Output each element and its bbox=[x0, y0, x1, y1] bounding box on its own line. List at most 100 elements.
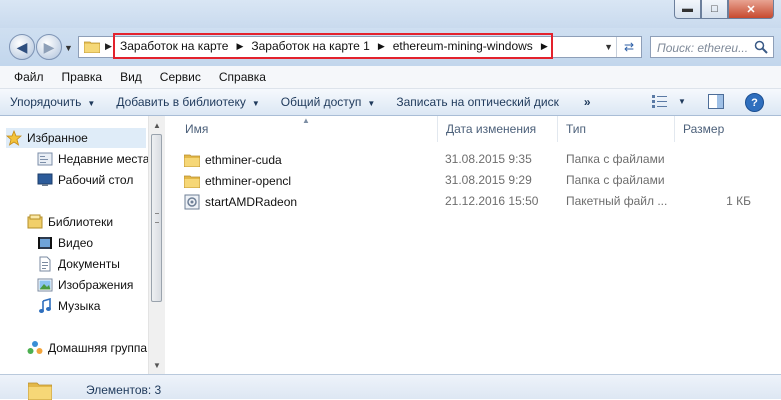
nav-video-label: Видео bbox=[58, 236, 94, 250]
scrollbar-thumb[interactable] bbox=[151, 134, 162, 302]
folder-icon bbox=[184, 173, 200, 189]
breadcrumb-item[interactable]: ethereum-mining-windows bbox=[393, 39, 533, 53]
nav-pictures-label: Изображения bbox=[58, 278, 134, 292]
folder-icon bbox=[28, 382, 52, 400]
refresh-icon: ⇄ bbox=[623, 40, 635, 54]
file-name-cell: ethminer-opencl bbox=[184, 173, 291, 189]
share-button[interactable]: Общий доступ ▼ bbox=[281, 95, 376, 109]
navigation-pane: Избранное Недавние места Рабочий стол Би… bbox=[0, 116, 148, 374]
navigation-bar: ◀ ▶ ▼ ▶ Заработок на карте ▶ Заработок н… bbox=[0, 28, 781, 66]
share-label: Общий доступ bbox=[280, 95, 362, 109]
nav-pane-scrollbar[interactable]: ▲ ▼ bbox=[148, 116, 165, 374]
pictures-icon bbox=[37, 277, 53, 293]
menu-tools[interactable]: Сервис bbox=[151, 70, 210, 84]
search-box[interactable]: Поиск: ethereu... bbox=[650, 36, 774, 58]
menu-edit[interactable]: Правка bbox=[53, 70, 112, 84]
scroll-down-icon[interactable]: ▼ bbox=[149, 357, 165, 373]
nav-desktop-label: Рабочий стол bbox=[58, 173, 134, 187]
nav-recent-places[interactable]: Недавние места bbox=[37, 149, 148, 169]
recent-pages-dropdown[interactable]: ▼ bbox=[64, 43, 73, 53]
maximize-icon: □ bbox=[711, 3, 718, 15]
file-type: Пакетный файл ... bbox=[566, 194, 668, 208]
table-row[interactable]: ethminer-cuda 31.08.2015 9:35 Папка с фа… bbox=[166, 149, 781, 170]
add-to-library-button[interactable]: Добавить в библиотеку ▼ bbox=[116, 95, 259, 109]
nav-video[interactable]: Видео bbox=[37, 233, 93, 253]
address-history-dropdown[interactable]: ▼ bbox=[604, 42, 613, 52]
forward-button[interactable]: ▶ bbox=[36, 34, 62, 60]
arrow-left-icon: ◀ bbox=[16, 38, 28, 55]
file-name-cell: startAMDRadeon bbox=[184, 194, 297, 210]
file-type: Папка с файлами bbox=[566, 152, 665, 166]
music-icon bbox=[37, 298, 53, 314]
help-icon: ? bbox=[751, 96, 758, 109]
documents-icon bbox=[37, 256, 53, 272]
search-placeholder: Поиск: ethereu... bbox=[657, 41, 749, 55]
nav-homegroup-label: Домашняя группа bbox=[48, 341, 148, 355]
file-name: ethminer-opencl bbox=[205, 174, 292, 188]
add-to-library-label: Добавить в библиотеку bbox=[116, 95, 246, 109]
chevron-right-icon[interactable]: ▶ bbox=[541, 41, 548, 52]
preview-pane-button[interactable] bbox=[708, 94, 724, 112]
command-bar: Упорядочить ▼ Добавить в библиотеку ▼ Общи… bbox=[0, 89, 781, 116]
breadcrumb-item[interactable]: Заработок на карте bbox=[120, 39, 228, 53]
nav-music-label: Музыка bbox=[58, 299, 101, 313]
search-icon bbox=[754, 40, 768, 54]
column-header-type[interactable]: Тип bbox=[558, 116, 675, 142]
help-button[interactable]: ? bbox=[745, 93, 764, 112]
chevron-right-icon[interactable]: ▶ bbox=[236, 41, 243, 52]
column-header-size[interactable]: Размер bbox=[675, 116, 765, 142]
change-view-button[interactable]: ▼ bbox=[652, 94, 686, 108]
folder-icon bbox=[184, 152, 200, 168]
address-bar[interactable]: ▶ Заработок на карте ▶ Заработок на карт… bbox=[78, 33, 642, 59]
file-type: Папка с файлами bbox=[566, 173, 665, 187]
grip-icon bbox=[155, 213, 159, 223]
nav-homegroup[interactable]: Домашняя группа bbox=[27, 338, 147, 358]
file-name: ethminer-cuda bbox=[205, 153, 282, 167]
nav-documents[interactable]: Документы bbox=[37, 254, 120, 274]
breadcrumb-item[interactable]: Заработок на карте 1 bbox=[251, 39, 369, 53]
video-icon bbox=[37, 235, 53, 251]
burn-button[interactable]: Записать на оптический диск bbox=[396, 95, 559, 109]
file-name-cell: ethminer-cuda bbox=[184, 152, 282, 168]
column-date-label: Дата изменения bbox=[446, 122, 537, 136]
nav-libraries-label: Библиотеки bbox=[48, 215, 114, 229]
more-commands-button[interactable]: » bbox=[584, 95, 591, 109]
file-name: startAMDRadeon bbox=[205, 195, 298, 209]
chevron-down-icon: ▼ bbox=[87, 99, 96, 108]
column-header-name[interactable]: Имя bbox=[166, 116, 438, 142]
view-details-icon bbox=[652, 95, 667, 108]
column-name-label: Имя bbox=[185, 122, 209, 136]
file-list: ▲ Имя Дата изменения Тип Размер ethminer… bbox=[166, 116, 781, 374]
maximize-button[interactable]: □ bbox=[701, 0, 728, 19]
arrow-right-icon: ▶ bbox=[43, 38, 55, 55]
organize-button[interactable]: Упорядочить ▼ bbox=[10, 95, 95, 109]
menu-help[interactable]: Справка bbox=[210, 70, 275, 84]
chevron-right-icon[interactable]: ▶ bbox=[378, 41, 385, 52]
preview-pane-icon bbox=[708, 94, 724, 109]
table-row[interactable]: startAMDRadeon 21.12.2016 15:50 Пакетный… bbox=[166, 191, 781, 212]
close-button[interactable]: ✕ bbox=[728, 0, 774, 19]
scroll-up-icon[interactable]: ▲ bbox=[149, 117, 165, 133]
menu-file[interactable]: Файл bbox=[0, 70, 53, 84]
minimize-button[interactable]: ▬ bbox=[674, 0, 701, 19]
nav-documents-label: Документы bbox=[58, 257, 120, 271]
nav-favorites-label: Избранное bbox=[27, 131, 88, 145]
window-controls: ▬ □ ✕ bbox=[674, 0, 774, 19]
nav-pictures[interactable]: Изображения bbox=[37, 275, 133, 295]
desktop-icon bbox=[37, 172, 53, 188]
close-icon: ✕ bbox=[746, 3, 756, 16]
nav-libraries[interactable]: Библиотеки bbox=[27, 212, 113, 232]
star-icon bbox=[6, 130, 22, 146]
breadcrumb: Заработок на карте ▶ Заработок на карте … bbox=[113, 33, 553, 59]
minimize-icon: ▬ bbox=[682, 3, 693, 15]
nav-music[interactable]: Музыка bbox=[37, 296, 100, 316]
chevron-down-icon: ▼ bbox=[678, 96, 686, 106]
back-button[interactable]: ◀ bbox=[9, 34, 35, 60]
nav-favorites[interactable]: Избранное bbox=[6, 128, 146, 148]
table-row[interactable]: ethminer-opencl 31.08.2015 9:29 Папка с … bbox=[166, 170, 781, 191]
chevron-right-icon[interactable]: ▶ bbox=[105, 41, 112, 52]
refresh-button[interactable]: ⇄ bbox=[616, 37, 641, 57]
column-header-date[interactable]: Дата изменения bbox=[438, 116, 558, 142]
menu-view[interactable]: Вид bbox=[111, 70, 151, 84]
nav-desktop[interactable]: Рабочий стол bbox=[37, 170, 133, 190]
